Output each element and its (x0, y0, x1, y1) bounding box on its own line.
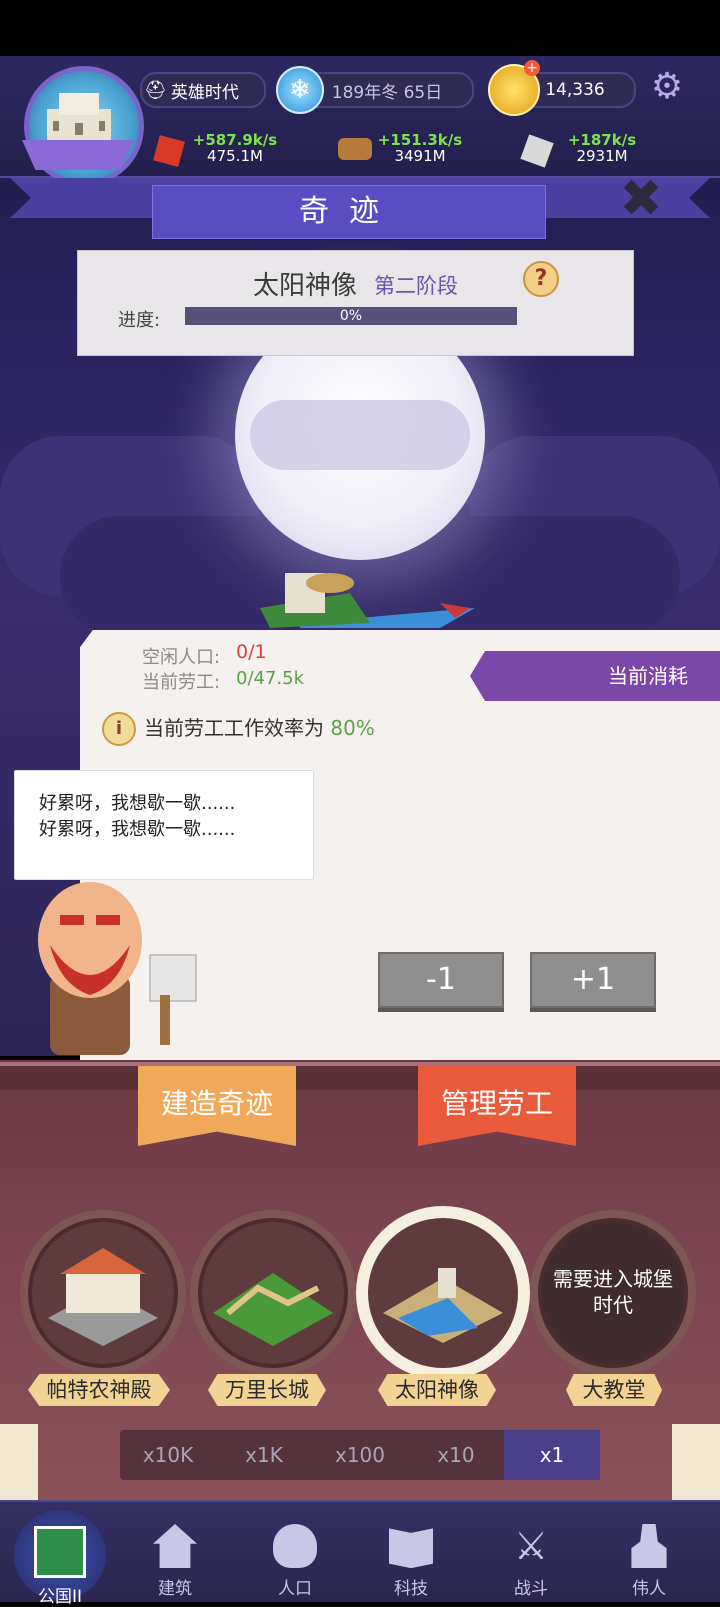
candle-right (672, 1424, 720, 1500)
red-total: 475.1M (207, 147, 263, 165)
stone-resource: +187k/s 2931M (564, 132, 640, 164)
avatar-banner (22, 140, 134, 170)
wood-rate: +151.3k/s (377, 131, 463, 149)
nav-great-people[interactable]: 伟人 (604, 1524, 694, 1599)
locked-text: 需要进入城堡时代 (553, 1267, 673, 1317)
wonder-great-wall[interactable] (190, 1210, 356, 1376)
multiplier-selector: x10K x1K x100 x10 x1 (120, 1430, 600, 1480)
crossed-swords-icon: ⚔ (513, 1524, 549, 1568)
idle-value: 0/1 (236, 641, 267, 663)
increase-workers-button[interactable]: +1 (530, 952, 656, 1008)
castle-tower-icon (34, 1526, 86, 1578)
idle-label: 空闲人口: (142, 647, 221, 668)
gear-icon[interactable]: ⚙ (648, 68, 686, 106)
nav-label-duchy: 公国II (37, 1587, 83, 1607)
worker-character (38, 882, 197, 1055)
wood-resource: +151.3k/s 3491M (374, 132, 466, 164)
speech-line-1: 好累呀，我想歇一歇...... (39, 793, 236, 814)
status-bar (0, 0, 720, 56)
house-icon (153, 1524, 197, 1568)
page-title: 奇迹 (152, 185, 546, 239)
wonder-colossus-selected[interactable] (360, 1210, 526, 1376)
help-icon[interactable]: ? (523, 261, 559, 297)
nav-label-great-people: 伟人 (632, 1579, 666, 1599)
speech-line-2: 好累呀，我想歇一歇...... (39, 819, 236, 840)
nav-buildings[interactable]: 建筑 (130, 1524, 220, 1599)
wonder-info-panel: 太阳神像 第二阶段 ? 进度: 0% (77, 250, 634, 356)
nav-label-technology: 科技 (394, 1579, 428, 1599)
efficiency-text: 当前劳工工作效率为 80% (144, 712, 375, 741)
multiplier-x100[interactable]: x100 (312, 1430, 408, 1480)
progress-text: 0% (339, 308, 363, 324)
multiplier-x1k[interactable]: x1K (216, 1430, 312, 1480)
person-icon (273, 1524, 317, 1568)
candle-left (0, 1424, 38, 1500)
great-wall-icon (213, 1273, 333, 1346)
nav-battle[interactable]: ⚔ 战斗 (486, 1524, 576, 1599)
book-icon (389, 1528, 433, 1568)
colossus-building-sprite (260, 573, 475, 628)
nav-population[interactable]: 人口 (250, 1524, 340, 1599)
workers-label: 当前劳工: (142, 672, 221, 693)
shelf-edge (0, 1062, 720, 1090)
multiplier-x10k[interactable]: x10K (120, 1430, 216, 1480)
speech-bubble: 好累呀，我想歇一歇...... 好累呀，我想歇一歇...... (14, 770, 314, 880)
decrease-workers-button[interactable]: -1 (378, 952, 504, 1008)
wood-total: 3491M (394, 147, 446, 165)
stone-total: 2931M (576, 147, 628, 165)
wonder-name: 太阳神像 (253, 271, 358, 301)
multiplier-x1[interactable]: x1 (504, 1430, 600, 1480)
coins-value: 14,336 (545, 80, 605, 100)
close-icon[interactable]: ✖ (618, 173, 664, 225)
helmet-icon: ⛑ (144, 79, 167, 101)
date-pill: 189年冬 65日 (300, 72, 474, 108)
wonder-label-cathedral: 大教堂 (566, 1374, 662, 1406)
red-resource: +587.9k/s 475.1M (190, 132, 280, 164)
bottom-nav: 公国II 建筑 人口 科技 ⚔ 战斗 伟人 (0, 1500, 720, 1607)
parthenon-icon (48, 1248, 158, 1346)
wonder-cathedral-locked[interactable]: 需要进入城堡时代 (530, 1210, 696, 1376)
progress-bar: 0% (185, 307, 517, 325)
bust-icon (631, 1524, 667, 1568)
nav-technology[interactable]: 科技 (366, 1524, 456, 1599)
stone-rate: +187k/s (567, 131, 637, 149)
nav-label-buildings: 建筑 (158, 1579, 192, 1599)
moon-cloud (250, 400, 470, 470)
wonder-label-parthenon: 帕特农神殿 (28, 1374, 170, 1406)
era-label: 英雄时代 (170, 82, 239, 103)
efficiency-label: 当前劳工工作效率为 (144, 716, 324, 740)
wonder-parthenon[interactable] (20, 1210, 186, 1376)
wonder-stage: 第二阶段 (374, 274, 458, 298)
nav-duchy[interactable]: 公国II (14, 1510, 106, 1607)
current-consumption-tab: 当前消耗 (470, 651, 720, 701)
era-pill[interactable]: ⛑ 英雄时代 (140, 72, 266, 108)
nav-label-population: 人口 (278, 1579, 312, 1599)
nav-label-battle: 战斗 (514, 1579, 548, 1599)
multiplier-x10[interactable]: x10 (408, 1430, 504, 1480)
progress-label: 进度: (118, 310, 161, 331)
add-coins-icon[interactable]: + (524, 60, 540, 76)
red-rate: +587.9k/s (192, 131, 278, 149)
wonder-label-great-wall: 万里长城 (208, 1374, 326, 1406)
wonder-label-colossus: 太阳神像 (378, 1374, 496, 1406)
wood-icon (338, 138, 372, 160)
date-label: 189年冬 65日 (331, 82, 443, 103)
snowflake-icon: ❄ (276, 66, 324, 114)
efficiency-value: 80% (330, 716, 375, 740)
workers-value: 0/47.5k (236, 668, 305, 689)
info-icon[interactable]: i (102, 712, 136, 746)
colossus-icon (383, 1268, 503, 1343)
